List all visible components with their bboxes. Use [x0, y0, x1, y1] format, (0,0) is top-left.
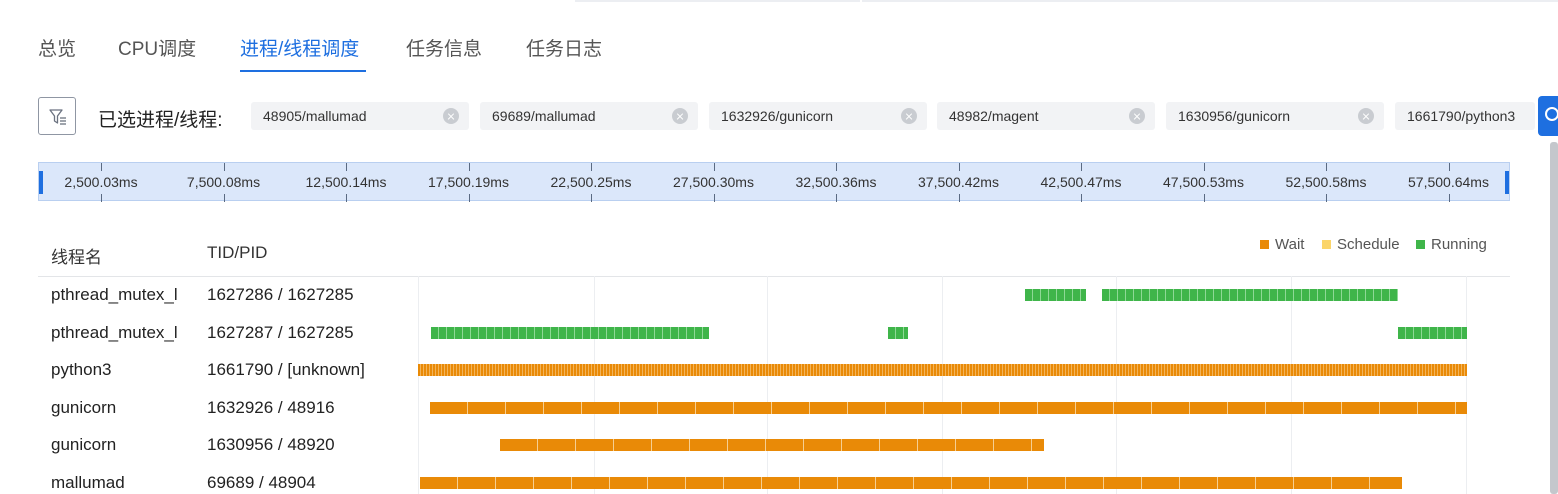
- timeline-bar-wait[interactable]: [418, 364, 1467, 376]
- row-tid-pid: 1630956 / 48920: [207, 435, 335, 454]
- row-tid-pid: 1661790 / [unknown]: [207, 360, 365, 379]
- time-tick-label: 37,500.42ms: [918, 174, 999, 190]
- tab-overview[interactable]: 总览: [38, 34, 76, 61]
- grid-line: [1291, 276, 1292, 494]
- range-start-handle[interactable]: [39, 171, 43, 194]
- row-tid-pid: 1627286 / 1627285: [207, 285, 354, 304]
- timeline-bar-running[interactable]: [887, 327, 909, 339]
- grid-line: [1466, 276, 1467, 494]
- time-range-slider[interactable]: 2,500.03ms 7,500.08ms 12,500.14ms 17,500.19…: [38, 162, 1510, 202]
- timeline-bar-running[interactable]: [1025, 289, 1087, 301]
- grid-line: [1116, 276, 1117, 494]
- chip-label: 48982/magent: [949, 108, 1039, 124]
- row-thread-name: gunicorn: [51, 398, 117, 417]
- selected-process-chip: 48982/magent: [937, 102, 1155, 130]
- chip-label: 69689/mallumad: [492, 108, 596, 124]
- selected-process-chip: 69689/mallumad: [480, 102, 698, 130]
- remove-chip-icon[interactable]: [1129, 108, 1145, 124]
- tab-cpu-schedule[interactable]: CPU调度: [118, 34, 196, 61]
- time-tick-label: 42,500.47ms: [1040, 174, 1122, 190]
- timeline-bar-running[interactable]: [1398, 327, 1467, 339]
- selected-process-chip: 1630956/gunicorn: [1166, 102, 1384, 130]
- timeline-bar-wait[interactable]: [419, 477, 1402, 489]
- time-tick-label: 27,500.30ms: [673, 174, 754, 190]
- page-scrollbar[interactable]: [1550, 142, 1558, 494]
- selected-process-chip: 1632926/gunicorn: [709, 102, 927, 130]
- row-tid-pid: 1627287 / 1627285: [207, 323, 354, 342]
- grid-line: [594, 276, 595, 494]
- time-tick-label: 22,500.25ms: [550, 174, 632, 190]
- remove-chip-icon[interactable]: [1358, 108, 1374, 124]
- tab-task-info[interactable]: 任务信息: [406, 34, 482, 61]
- refresh-button[interactable]: [1538, 96, 1558, 136]
- time-tick-label: 12,500.14ms: [305, 174, 387, 190]
- chip-label: 48905/mallumad: [263, 108, 367, 124]
- time-tick-label: 2,500.03ms: [64, 174, 138, 190]
- legend-item-running[interactable]: Running: [1416, 236, 1487, 253]
- active-tab-indicator: [240, 70, 366, 72]
- top-divider: [862, 0, 1558, 2]
- legend-item-schedule[interactable]: Schedule: [1322, 236, 1400, 253]
- column-header-thread-name: 线程名: [51, 248, 102, 267]
- row-thread-name: pthread_mutex_l: [51, 285, 178, 304]
- top-divider: [575, 0, 860, 2]
- timeline-bar-running[interactable]: [1102, 289, 1399, 301]
- row-tid-pid: 69689 / 48904: [207, 473, 316, 492]
- chip-label: 1632926/gunicorn: [721, 108, 834, 124]
- timeline-bar-running[interactable]: [430, 327, 710, 339]
- row-thread-name: pthread_mutex_l: [51, 323, 178, 342]
- selected-process-chip: 48905/mallumad: [251, 102, 469, 130]
- remove-chip-icon[interactable]: [901, 108, 917, 124]
- legend-item-wait[interactable]: Wait: [1260, 236, 1304, 253]
- time-tick-label: 57,500.64ms: [1408, 174, 1489, 190]
- column-header-tid-pid: TID/PID: [207, 243, 268, 262]
- time-tick-label: 32,500.36ms: [795, 174, 877, 190]
- row-thread-name: mallumad: [51, 473, 125, 492]
- time-tick-label: 17,500.19ms: [428, 174, 509, 190]
- remove-chip-icon[interactable]: [672, 108, 688, 124]
- row-thread-name: gunicorn: [51, 435, 117, 454]
- chip-label: 1661790/python3: [1407, 108, 1516, 124]
- range-end-handle[interactable]: [1505, 171, 1509, 194]
- thread-timeline-chart[interactable]: [418, 276, 1510, 494]
- time-tick-label: 7,500.08ms: [186, 174, 261, 190]
- time-tick-label: 52,500.58ms: [1285, 174, 1367, 190]
- schedule-swatch: [1322, 240, 1331, 249]
- legend-label: Schedule: [1337, 236, 1400, 253]
- grid-line: [418, 276, 419, 494]
- tab-process-thread-schedule[interactable]: 进程/线程调度: [240, 34, 359, 61]
- remove-chip-icon[interactable]: [443, 108, 459, 124]
- time-tick-label: 47,500.53ms: [1163, 174, 1244, 190]
- timeline-bar-wait[interactable]: [499, 439, 1044, 451]
- wait-swatch: [1260, 240, 1269, 249]
- grid-line: [767, 276, 768, 494]
- selected-process-chip: 1661790/python3: [1395, 102, 1535, 130]
- filter-icon: [49, 109, 66, 125]
- row-tid-pid: 1632926 / 48916: [207, 398, 335, 417]
- legend-label: Running: [1431, 236, 1487, 253]
- legend-label: Wait: [1275, 236, 1305, 253]
- chip-label: 1630956/gunicorn: [1178, 108, 1291, 124]
- timeline-bar-wait[interactable]: [430, 402, 1467, 414]
- running-swatch: [1416, 240, 1425, 249]
- row-thread-name: python3: [51, 360, 112, 379]
- grid-line: [942, 276, 943, 494]
- tab-task-log[interactable]: 任务日志: [526, 34, 602, 61]
- filter-button[interactable]: [38, 97, 76, 135]
- selected-processes-label: 已选进程/线程:: [98, 110, 223, 131]
